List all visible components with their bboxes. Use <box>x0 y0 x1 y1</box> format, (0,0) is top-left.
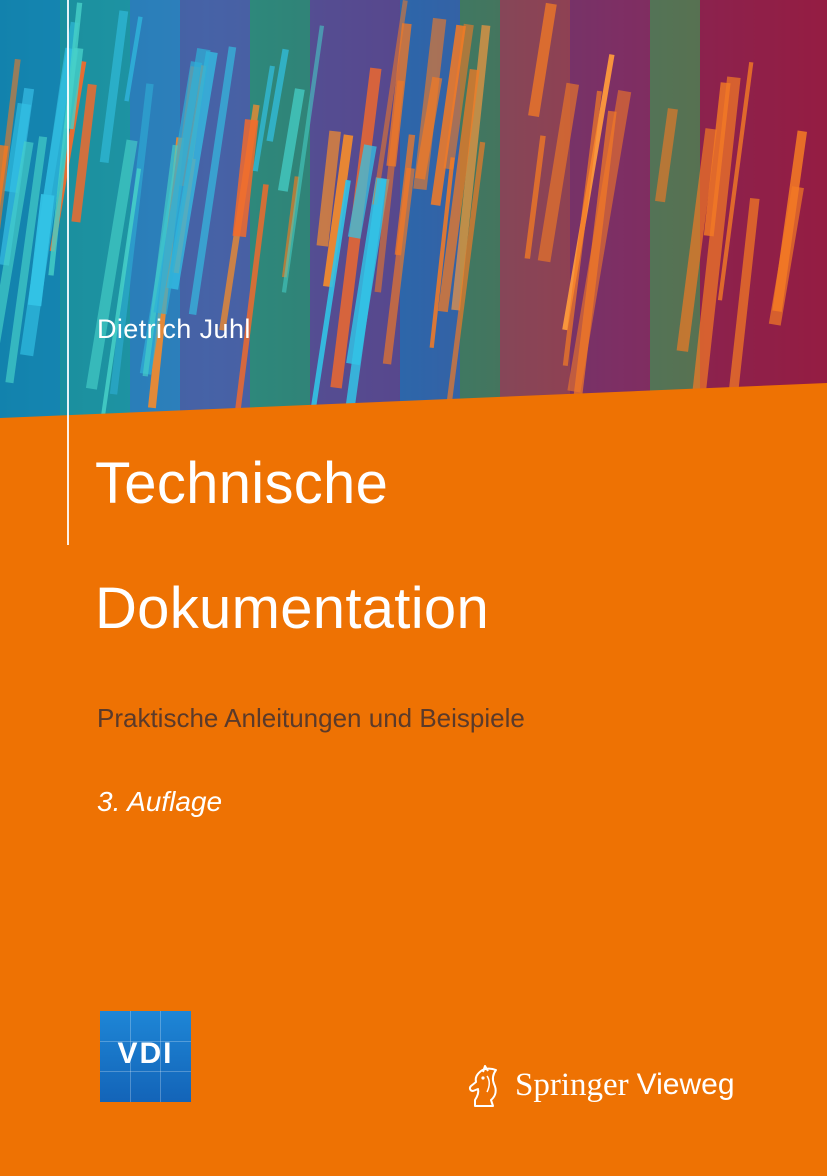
cover-artwork <box>0 0 827 430</box>
art-band <box>650 0 700 430</box>
book-title-line-1: Technische <box>95 451 389 516</box>
vdi-logo: VDI <box>100 1011 191 1102</box>
author-name: Dietrich Juhl <box>97 314 251 344</box>
publisher-name: Springer <box>515 1066 629 1103</box>
vertical-rule <box>67 0 69 545</box>
book-title-line-2: Dokumentation <box>95 576 490 641</box>
publisher-logo: Springer Vieweg <box>463 1062 735 1108</box>
book-cover: Dietrich Juhl Technische Dokumentation P… <box>0 0 827 1176</box>
book-subtitle: Praktische Anleitungen und Beispiele <box>97 703 525 733</box>
edition-label: 3. Auflage <box>97 786 223 817</box>
imprint-name: Vieweg <box>636 1068 735 1101</box>
vdi-logo-text: VDI <box>117 1037 174 1070</box>
springer-horse-icon <box>468 1065 497 1107</box>
